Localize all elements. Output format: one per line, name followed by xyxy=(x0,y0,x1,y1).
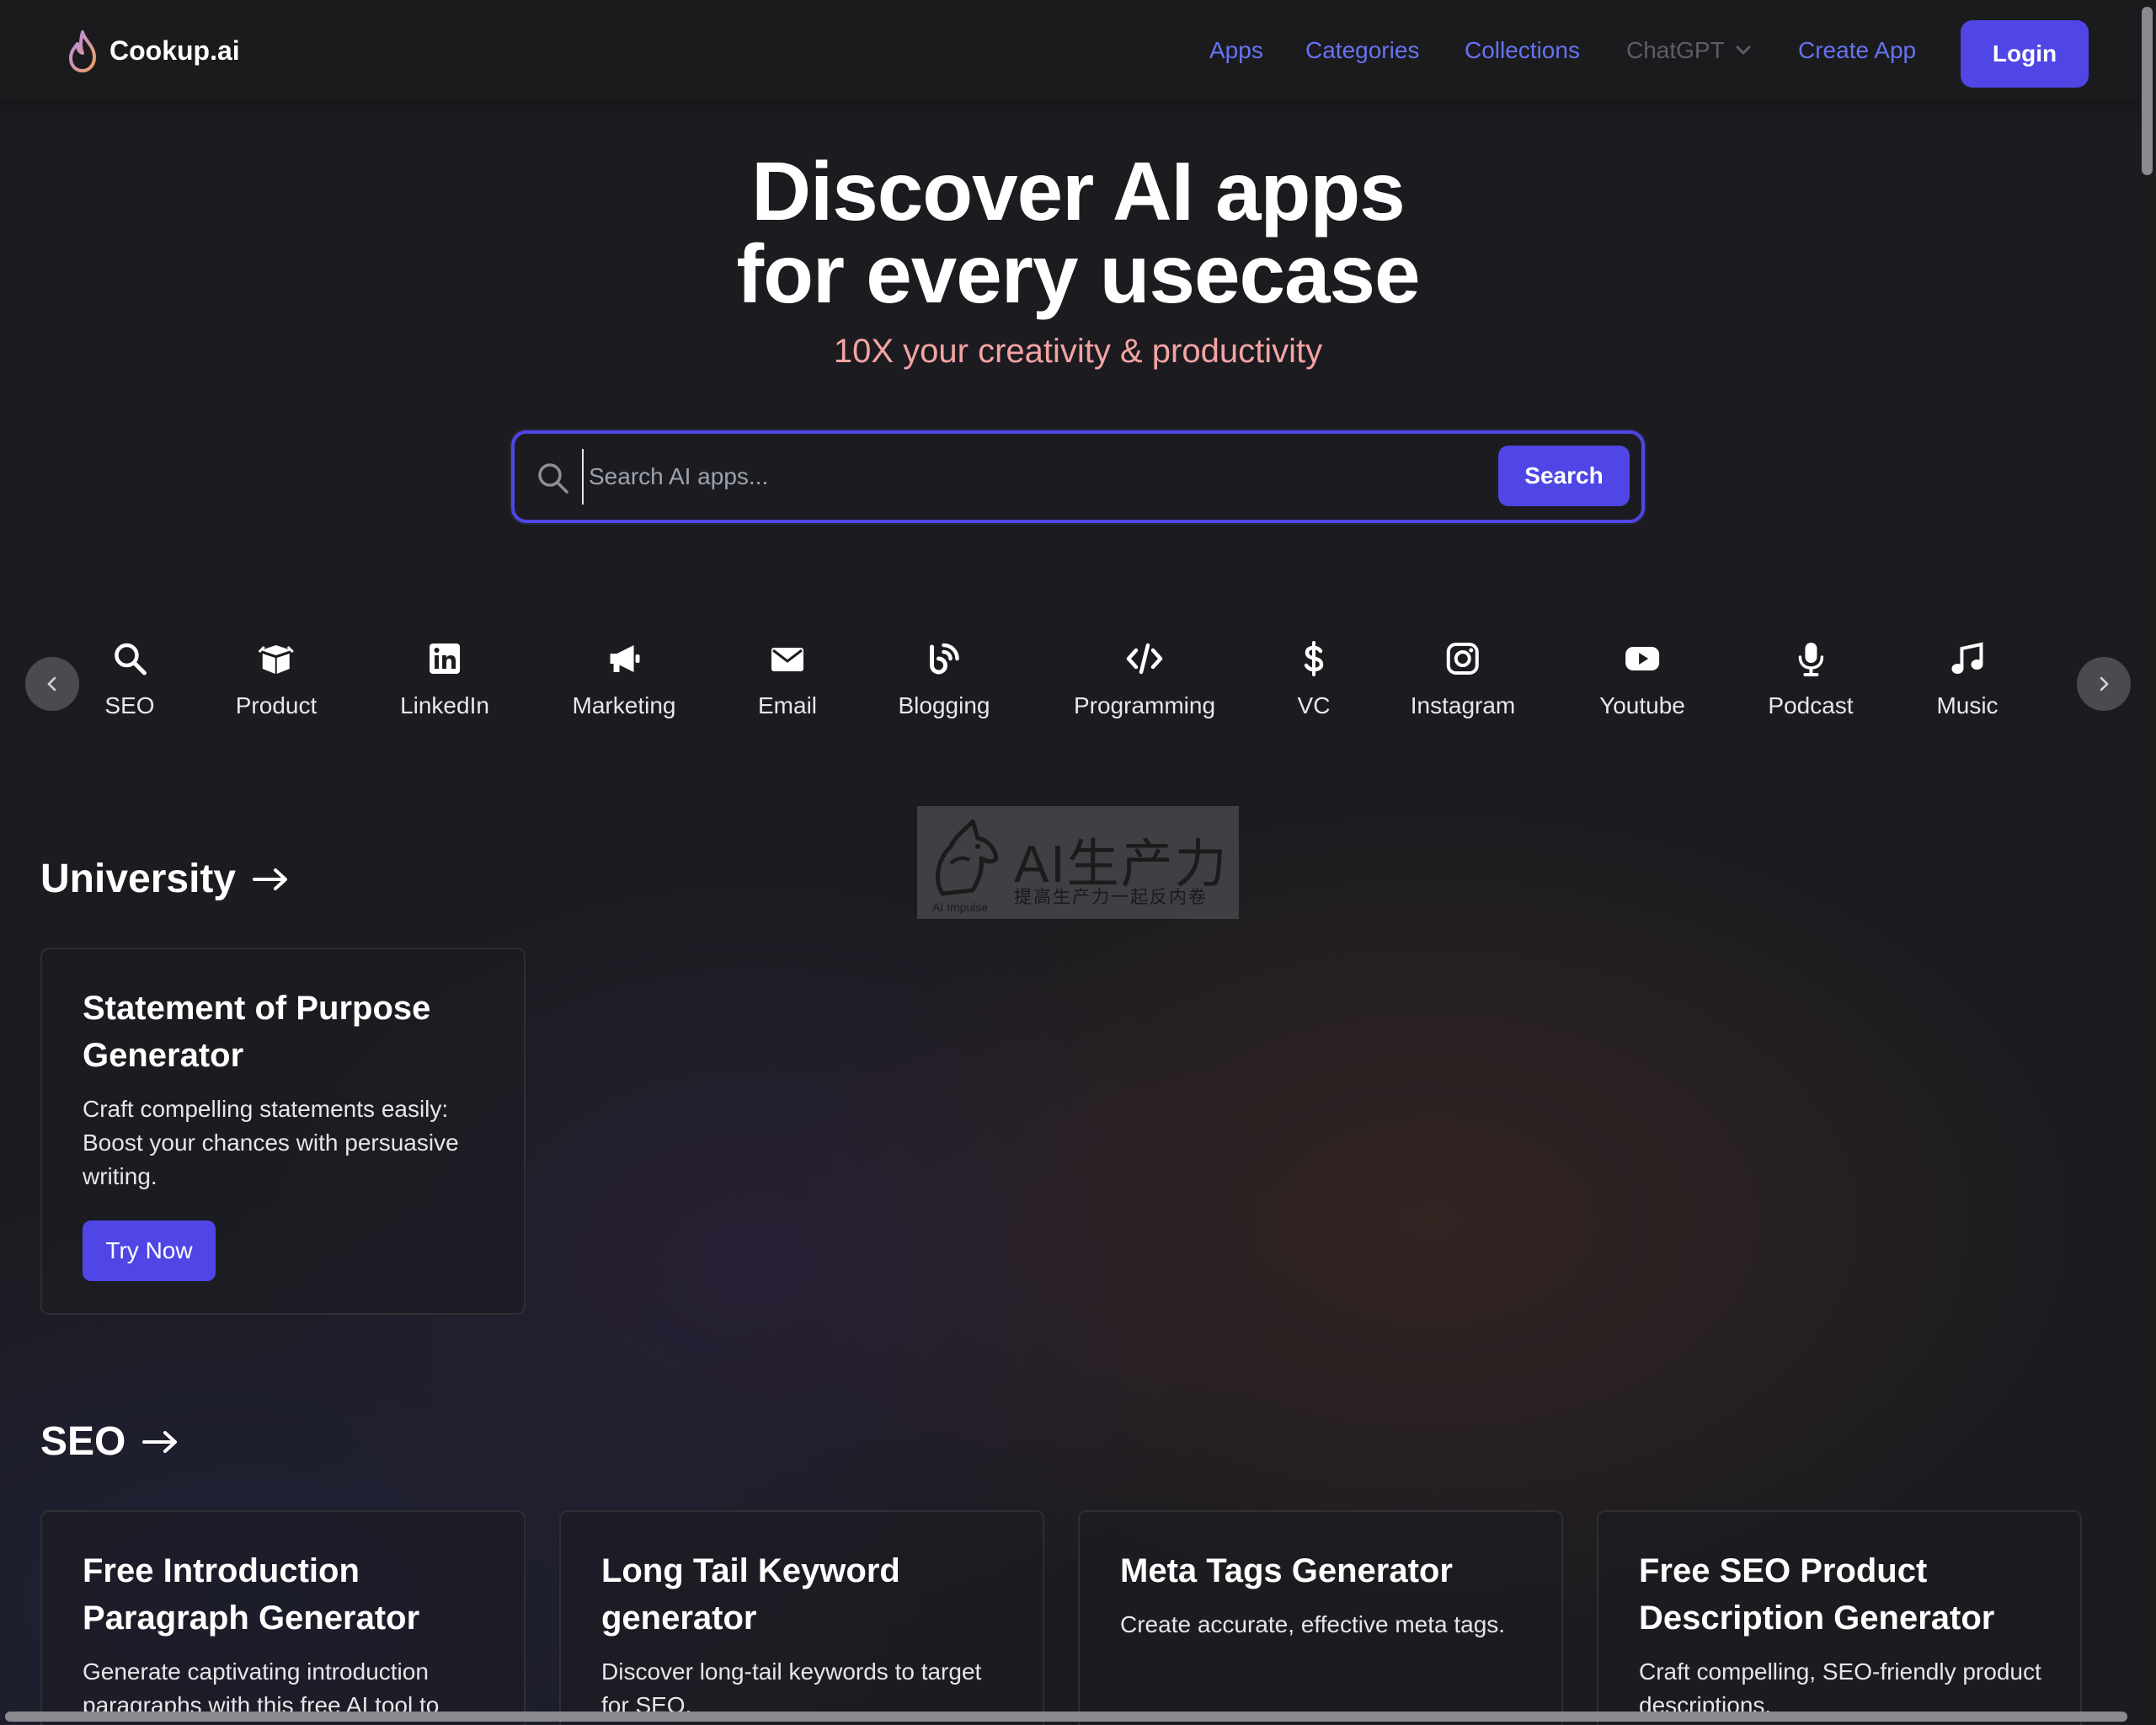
category-item-blogging[interactable]: Blogging xyxy=(899,640,990,719)
watermark-logo: AI生产力 提高生产力一起反内卷 AI Impulse xyxy=(917,806,1239,919)
category-label: Product xyxy=(235,692,318,718)
hero-title: Discover AI apps for every usecase xyxy=(0,150,2156,315)
app-card-description: Create accurate, effective meta tags. xyxy=(1120,1611,1506,1637)
search-icon xyxy=(114,643,147,676)
chevron-right-icon xyxy=(2100,676,2109,692)
nav-link-collections[interactable]: Collections xyxy=(1465,37,1580,64)
section-title-university[interactable]: University xyxy=(40,856,290,902)
search-button[interactable]: Search xyxy=(1498,446,1630,506)
category-strip: SEO Product LinkedIn Marketing Email Blo… xyxy=(0,640,2156,741)
hero-subtitle: 10X your creativity & productivity xyxy=(833,333,1323,370)
code-icon xyxy=(1126,643,1163,675)
category-scroll-right-button[interactable] xyxy=(2077,657,2131,711)
category-label: Programming xyxy=(1073,692,1216,718)
linkedin-icon xyxy=(430,644,460,674)
vertical-scrollbar-track[interactable] xyxy=(2139,0,2156,1725)
brand-logo[interactable]: Cookup.ai xyxy=(66,29,240,72)
category-label: Youtube xyxy=(1599,692,1685,718)
box-icon xyxy=(258,645,295,674)
app-card-title: Free Introduction Paragraph Generator xyxy=(83,1552,420,1637)
hero-title-line2: for every usecase xyxy=(736,227,1420,320)
nav-link-apps[interactable]: Apps xyxy=(1209,37,1263,64)
search-icon xyxy=(538,463,568,494)
dollar-icon xyxy=(1304,641,1324,676)
category-item-instagram[interactable]: Instagram xyxy=(1410,640,1516,719)
envelope-icon xyxy=(771,648,803,671)
app-card[interactable]: Free Introduction Paragraph Generator Ge… xyxy=(40,1510,526,1725)
nav-dropdown-chatgpt[interactable]: ChatGPT xyxy=(1626,37,1752,64)
category-item-seo[interactable]: SEO xyxy=(104,640,155,719)
nav-link-categories[interactable]: Categories xyxy=(1305,37,1419,64)
category-item-marketing[interactable]: Marketing xyxy=(572,640,676,719)
category-label: Email xyxy=(757,692,818,718)
app-card-description: Craft compelling statements easily: Boos… xyxy=(83,1096,459,1189)
vertical-scrollbar-thumb[interactable] xyxy=(2142,7,2153,175)
watermark-small-text: AI Impulse xyxy=(932,900,989,914)
top-navbar: Cookup.ai Apps Categories Collections Ch… xyxy=(0,0,2139,99)
app-card-title: Meta Tags Generator xyxy=(1120,1552,1453,1589)
category-item-programming[interactable]: Programming xyxy=(1074,640,1215,719)
unicorn-logo-icon xyxy=(936,819,999,896)
section-title-seo[interactable]: SEO xyxy=(40,1418,179,1465)
arrow-right-icon xyxy=(142,1430,178,1453)
search-bar: Search xyxy=(511,430,1645,523)
page: Cookup.ai Apps Categories Collections Ch… xyxy=(0,0,2156,1725)
category-item-product[interactable]: Product xyxy=(235,640,318,719)
category-label: Music xyxy=(1936,692,1999,718)
section-title-text: SEO xyxy=(40,1419,126,1464)
category-item-podcast[interactable]: Podcast xyxy=(1768,640,1854,719)
megaphone-icon xyxy=(611,645,640,672)
category-label: LinkedIn xyxy=(400,692,489,718)
login-button[interactable]: Login xyxy=(1961,20,2089,88)
category-item-youtube[interactable]: Youtube xyxy=(1599,640,1685,719)
section-title-text: University xyxy=(40,857,237,901)
try-now-button[interactable]: Try Now xyxy=(83,1220,216,1281)
app-card[interactable]: Long Tail Keyword generator Discover lon… xyxy=(559,1510,1044,1725)
search-input[interactable] xyxy=(582,449,1424,505)
app-card[interactable]: Free SEO Product Description Generator C… xyxy=(1597,1510,2082,1725)
arrow-right-icon xyxy=(253,868,288,890)
category-item-music[interactable]: Music xyxy=(1936,640,1999,719)
blog-icon xyxy=(930,643,960,675)
app-card[interactable]: Meta Tags Generator Create accurate, eff… xyxy=(1078,1510,1563,1725)
app-card[interactable]: Statement of Purpose Generator Craft com… xyxy=(40,948,526,1315)
nav-dropdown-chatgpt-label: ChatGPT xyxy=(1626,37,1725,63)
category-item-email[interactable]: Email xyxy=(758,640,817,719)
instagram-icon xyxy=(1447,643,1479,675)
microphone-icon xyxy=(1798,643,1823,676)
app-card-title: Free SEO Product Description Generator xyxy=(1639,1552,1995,1637)
youtube-icon xyxy=(1625,647,1659,670)
category-label: SEO xyxy=(104,692,155,718)
chevron-down-icon xyxy=(1736,45,1751,56)
category-item-linkedin[interactable]: LinkedIn xyxy=(400,640,489,719)
category-label: Blogging xyxy=(898,692,990,718)
brand-name: Cookup.ai xyxy=(109,35,240,66)
hero-title-line1: Discover AI apps xyxy=(751,145,1406,238)
category-item-vc[interactable]: VC xyxy=(1295,640,1332,719)
app-card-title: Statement of Purpose Generator xyxy=(83,990,431,1074)
category-label: VC xyxy=(1297,692,1331,718)
nav-link-create-app[interactable]: Create App xyxy=(1798,37,1916,64)
flame-logo-icon xyxy=(69,30,96,72)
category-label: Marketing xyxy=(572,692,676,718)
horizontal-scrollbar-thumb[interactable] xyxy=(5,1712,2127,1722)
watermark-subtitle: 提高生产力一起反内卷 xyxy=(1014,888,1208,907)
music-icon xyxy=(1951,642,1983,674)
category-label: Podcast xyxy=(1768,692,1854,718)
app-card-title: Long Tail Keyword generator xyxy=(601,1552,900,1637)
category-label: Instagram xyxy=(1410,692,1516,718)
